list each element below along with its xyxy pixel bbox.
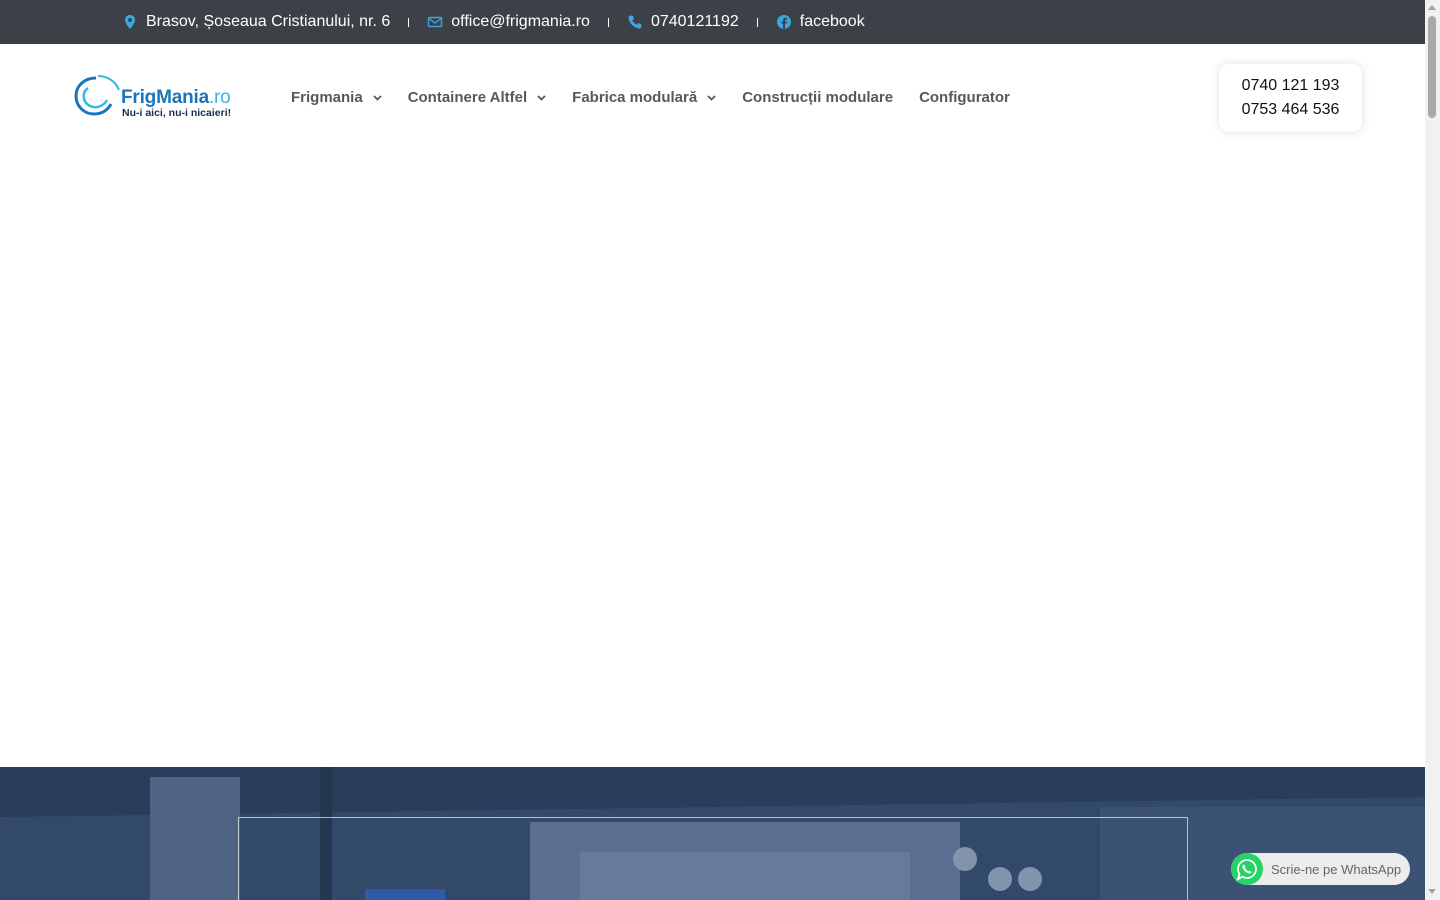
nav-item-frigmania[interactable]: Frigmania — [291, 89, 382, 106]
phone-icon — [628, 15, 642, 29]
scroll-up-arrow-icon[interactable] — [1428, 5, 1436, 10]
email-link[interactable]: office@frigmania.ro — [451, 13, 590, 31]
map-pin-icon — [125, 15, 135, 29]
phone-item[interactable]: 0740121192 — [627, 13, 739, 31]
scroll-down-arrow-icon[interactable] — [1428, 889, 1436, 894]
phone-numbers-box[interactable]: 0740 121 193 0753 464 536 — [1219, 64, 1362, 132]
nav-item-configurator[interactable]: Configurator — [919, 89, 1010, 106]
whatsapp-label: Scrie-ne pe WhatsApp — [1271, 861, 1402, 877]
nav-item-label: Construcții modulare — [742, 89, 894, 106]
separator — [408, 17, 410, 27]
address-item[interactable]: Brasov, Șoseaua Cristianului, nr. 6 — [122, 13, 390, 31]
address-text: Brasov, Șoseaua Cristianului, nr. 6 — [146, 13, 391, 30]
facebook-link[interactable]: facebook — [800, 13, 865, 31]
logo-swoosh-icon — [74, 75, 120, 116]
nav-item-label: Frigmania — [291, 89, 363, 106]
chevron-down-icon — [707, 94, 716, 101]
facebook-icon — [776, 15, 791, 29]
vertical-scrollbar[interactable] — [1425, 0, 1440, 900]
hero-content-frame — [238, 817, 1188, 900]
main-nav: Frigmania Containere Altfel Fabrica modu… — [291, 89, 1010, 106]
email-item[interactable]: office@frigmania.ro — [427, 13, 590, 31]
logo-brand: FrigMania.ro — [121, 87, 231, 108]
nav-item-label: Containere Altfel — [407, 89, 528, 106]
chevron-down-icon — [373, 94, 382, 101]
phone-number-1[interactable]: 0740 121 193 — [1242, 74, 1340, 98]
nav-item-constructii-modulare[interactable]: Construcții modulare — [742, 89, 893, 106]
envelope-icon — [428, 16, 443, 28]
whatsapp-chat-button[interactable]: Scrie-ne pe WhatsApp — [1231, 853, 1410, 885]
top-bar-contacts: Brasov, Șoseaua Cristianului, nr. 6 offi… — [122, 13, 865, 31]
chevron-down-icon — [537, 94, 546, 101]
hero-section — [0, 767, 1425, 900]
separator — [607, 17, 609, 27]
separator — [756, 17, 758, 27]
nav-item-containere-altfel[interactable]: Containere Altfel — [408, 89, 546, 106]
top-bar: Brasov, Șoseaua Cristianului, nr. 6 offi… — [0, 0, 1425, 44]
site-header: FrigMania.ro Nu-i aici, nu-i nicaieri! F… — [0, 44, 1425, 152]
nav-item-label: Configurator — [919, 89, 1010, 106]
phone-link[interactable]: 0740121192 — [651, 13, 739, 31]
scroll-thumb[interactable] — [1428, 16, 1436, 118]
nav-item-label: Fabrica modulară — [572, 89, 698, 106]
logo-tagline: Nu-i aici, nu-i nicaieri! — [122, 107, 232, 119]
site-logo[interactable]: FrigMania.ro Nu-i aici, nu-i nicaieri! — [74, 74, 236, 120]
phone-number-2[interactable]: 0753 464 536 — [1242, 98, 1340, 122]
whatsapp-icon — [1231, 853, 1263, 885]
facebook-item[interactable]: facebook — [776, 13, 865, 31]
nav-item-fabrica-modulara[interactable]: Fabrica modulară — [572, 89, 716, 106]
